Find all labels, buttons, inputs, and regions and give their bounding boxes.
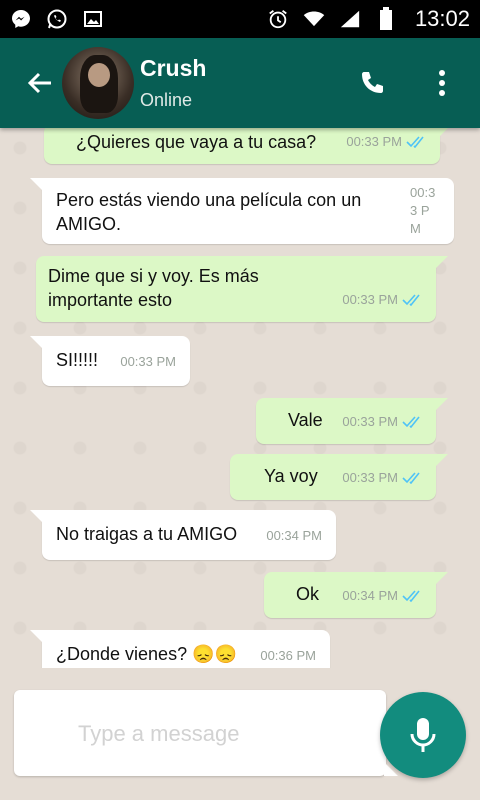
double-check-icon	[406, 136, 424, 148]
messenger-icon	[10, 8, 32, 30]
message-text: Ya voy	[264, 466, 318, 486]
message-meta: 00:33 PM	[120, 350, 176, 374]
message-meta: 00:34 PM	[266, 524, 322, 548]
message-time: 00:34 PM	[342, 588, 398, 603]
voice-call-button[interactable]	[348, 59, 396, 107]
message-input-box[interactable]	[14, 690, 398, 776]
message-time: 00:33 PM	[342, 292, 398, 307]
message-text: Dime que si y voy. Es más importante est…	[48, 266, 259, 310]
message-list[interactable]: ¿Quieres que vaya a tu casa? 00:33 PM 00…	[0, 128, 480, 668]
battery-icon	[375, 7, 397, 30]
status-bar-system: 13:02	[267, 6, 470, 32]
back-button[interactable]	[18, 53, 62, 113]
message-time: 00:33 PM	[120, 354, 176, 369]
voice-record-button[interactable]	[380, 692, 466, 778]
message-time: 00:33 PM	[346, 134, 402, 149]
status-bar-time: 13:02	[414, 6, 470, 31]
message-time: 00:33 PM	[342, 414, 398, 429]
message-meta: 00:33 PM	[342, 410, 424, 434]
status-bar: 13:02	[0, 0, 480, 38]
message-incoming[interactable]: ¿Donde vienes? 😞😞 00:36 PM	[30, 630, 330, 668]
message-text: SI!!!!!	[56, 350, 99, 370]
message-meta: 00:33 PM	[342, 288, 424, 312]
message-text: ¿Quieres que vaya a tu casa?	[76, 132, 317, 152]
more-vertical-icon	[439, 70, 445, 96]
double-check-icon	[402, 472, 420, 484]
message-outgoing[interactable]: Ok 00:34 PM	[264, 572, 448, 618]
contact-status: Online	[140, 90, 193, 110]
avatar[interactable]	[62, 47, 134, 119]
image-icon	[82, 8, 104, 30]
message-incoming[interactable]: No traigas a tu AMIGO 00:34 PM	[30, 510, 336, 560]
signal-icon	[339, 8, 361, 30]
message-outgoing[interactable]: 00:33 PM Dime que si y voy. Es más impor…	[36, 256, 448, 322]
arrow-left-icon	[27, 72, 51, 94]
contact-info[interactable]: Crush Online	[140, 55, 348, 111]
message-text: ¿Donde vienes? 😞😞	[56, 644, 237, 664]
double-check-icon	[402, 590, 420, 602]
alarm-icon	[267, 8, 289, 30]
status-bar-notifications	[10, 8, 104, 30]
message-meta: 00:34 PM	[342, 584, 424, 608]
message-outgoing[interactable]: ¿Quieres que vaya a tu casa? 00:33 PM	[44, 128, 452, 164]
contact-name: Crush	[140, 55, 207, 81]
message-text: Vale	[288, 410, 323, 430]
microphone-icon	[410, 718, 436, 752]
message-meta: 00:33 PM	[346, 130, 428, 154]
message-outgoing[interactable]: Ya voy 00:33 PM	[230, 454, 448, 500]
message-incoming[interactable]: SI!!!!! 00:33 PM	[30, 336, 190, 386]
message-meta: 00:33 PM	[342, 466, 424, 490]
message-input[interactable]	[78, 716, 368, 752]
message-time: 00:33 PM	[410, 185, 436, 236]
more-options-button[interactable]	[418, 59, 466, 107]
message-time: 00:36 PM	[260, 648, 316, 663]
message-text: Pero estás viendo una película con un AM…	[56, 190, 362, 234]
message-time: 00:34 PM	[266, 528, 322, 543]
message-outgoing[interactable]: Vale 00:33 PM	[256, 398, 448, 444]
message-text: Ok	[296, 584, 320, 604]
chat-header: Crush Online	[0, 38, 480, 128]
message-incoming[interactable]: 00:33 PM Pero estás viendo una película …	[30, 178, 454, 244]
message-time: 00:33 PM	[342, 470, 398, 485]
message-text: No traigas a tu AMIGO	[56, 524, 238, 544]
wifi-icon	[303, 8, 325, 30]
message-meta: 00:33 PM	[410, 184, 440, 238]
double-check-icon	[402, 416, 420, 428]
message-meta: 00:36 PM	[260, 644, 316, 668]
double-check-icon	[402, 294, 420, 306]
composer	[0, 668, 480, 800]
phone-icon	[362, 72, 383, 93]
whatsapp-icon	[46, 8, 68, 30]
